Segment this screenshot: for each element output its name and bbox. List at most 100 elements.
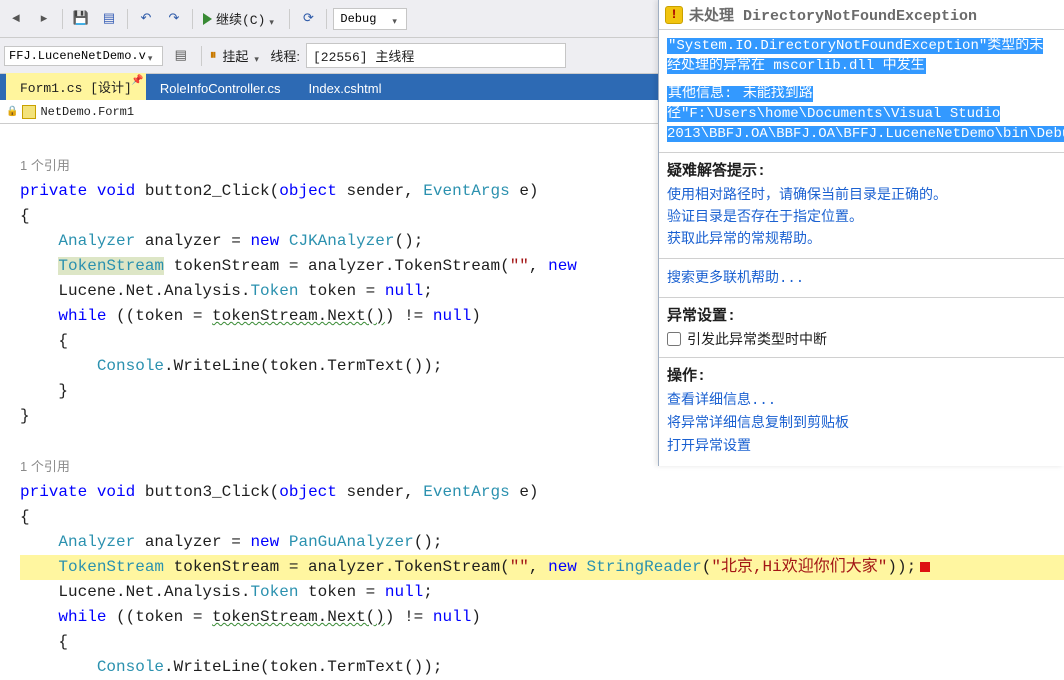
type: CJKAnalyzer [289,232,395,250]
kw: null [385,583,423,601]
code-text: e) [510,182,539,200]
config-dropdown[interactable]: Debug [333,8,407,30]
codelens-ref[interactable]: 1 个引用 [20,158,70,173]
code-text: sender, [337,483,423,501]
code-text: button3_Click( [135,483,279,501]
kw: while [58,608,106,626]
code-text: tokenStream = analyzer.TokenStream( [164,257,510,275]
code-text: sender, [337,182,423,200]
kw: new [250,232,279,250]
project-dropdown[interactable]: FFJ.LuceneNetDemo.v [4,46,163,66]
suspend-label: 挂起 [222,46,248,65]
code-text: Lucene.Net.Analysis. [58,583,250,601]
str: "北京,Hi欢迎你们大家" [711,558,887,576]
code-text: ) != [385,608,433,626]
play-icon [203,13,212,25]
code-text: ((token = [106,608,212,626]
kw: object [279,182,337,200]
kw: new [548,558,577,576]
break-checkbox[interactable]: 引发此异常类型时中断 [667,329,1056,349]
code-text: , [529,558,548,576]
exception-title: 未处理 DirectoryNotFoundException [689,4,977,25]
view-details-link[interactable]: 查看详细信息... [667,389,1056,409]
warning-icon: ! [665,6,683,24]
str: "" [510,558,529,576]
exception-helper: ! 未处理 DirectoryNotFoundException "System… [658,0,1064,466]
str: "" [510,257,529,275]
break-checkbox-label: 引发此异常类型时中断 [687,329,827,349]
settings-title: 异常设置: [667,304,1056,325]
code-text: button2_Click( [135,182,279,200]
code-warn: tokenStream.Next() [212,608,385,626]
actions-title: 操作: [667,364,1056,385]
continue-button[interactable]: 继续(C) [199,9,283,28]
code-text: token = [298,583,384,601]
tip-link-1[interactable]: 使用相对路径时，请确保当前目录是正确的。 [667,184,1056,204]
nav-fwd-icon[interactable]: ▸ [32,7,56,31]
brace: { [20,508,30,526]
continue-label: 继续(C) [216,9,265,28]
brace: { [58,332,68,350]
project-value: FFJ.LuceneNetDemo.v [9,49,146,63]
thread-value: [22556] 主线程 [313,50,414,65]
nav-back-icon[interactable]: ◄ [4,7,28,31]
tab-index[interactable]: Index.cshtml [295,77,396,100]
search-help-link[interactable]: 搜索更多联机帮助... [667,267,1056,287]
suspend-icon: ⏸ [210,48,217,63]
kw: null [433,608,471,626]
tab-form1[interactable]: Form1.cs [设计] 📌 [6,73,146,100]
type: Analyzer [58,232,135,250]
troubleshoot-title: 疑难解答提示: [667,159,1056,180]
tip-link-2[interactable]: 验证目录是否存在于指定位置。 [667,206,1056,226]
type: Console [97,357,164,375]
code-text: (); [414,533,443,551]
thread-dropdown[interactable]: [22556] 主线程 [306,43,566,68]
pin-icon[interactable]: 📌 [131,75,143,87]
error-marker-icon[interactable] [920,562,930,572]
undo-icon[interactable]: ↶ [134,7,158,31]
exception-message[interactable]: "System.IO.DirectoryNotFoundException"类型… [667,38,1043,74]
type: Token [250,583,298,601]
exception-info-label[interactable]: 其他信息: [667,86,742,102]
chevron-down-icon [148,51,158,61]
code-text: (); [394,232,423,250]
kw: void [97,483,135,501]
save-all-icon[interactable]: ▤ [97,7,121,31]
type: TokenStream [58,257,164,275]
break-checkbox-input[interactable] [667,332,681,346]
code-text: , [529,257,548,275]
type: EventArgs [423,182,509,200]
type: TokenStream [58,558,164,576]
open-settings-link[interactable]: 打开异常设置 [667,435,1056,455]
kw: new [250,533,279,551]
code-text: Lucene.Net.Analysis. [58,282,250,300]
toolbar-icon[interactable]: ▤ [169,44,193,68]
code-text: .WriteLine(token.TermText()); [164,658,442,676]
type: EventArgs [423,483,509,501]
class-name: NetDemo.Form1 [40,105,134,119]
tip-link-3[interactable]: 获取此异常的常规帮助。 [667,228,1056,248]
type: PanGuAnalyzer [289,533,414,551]
refresh-icon[interactable]: ⟳ [296,7,320,31]
brace: } [58,382,68,400]
save-icon[interactable]: 💾 [69,7,93,31]
code-text: analyzer = [135,533,250,551]
code-text: ; [423,282,433,300]
redo-icon[interactable]: ↷ [162,7,186,31]
tab-roleinfo[interactable]: RoleInfoController.cs [146,77,295,100]
code-text: token = [298,282,384,300]
chevron-down-icon[interactable] [254,51,264,61]
tab-label: Form1.cs [设计] [20,81,132,96]
type: Console [97,658,164,676]
kw: new [548,257,577,275]
kw: void [97,182,135,200]
code-text: ( [702,558,712,576]
code-text: ) [471,307,481,325]
thread-label: 线程: [270,46,300,65]
config-value: Debug [340,12,376,26]
copy-details-link[interactable]: 将异常详细信息复制到剪贴板 [667,412,1056,432]
continue-dd-icon[interactable] [269,14,279,24]
brace: { [20,207,30,225]
kw: private [20,182,87,200]
codelens-ref[interactable]: 1 个引用 [20,459,70,474]
